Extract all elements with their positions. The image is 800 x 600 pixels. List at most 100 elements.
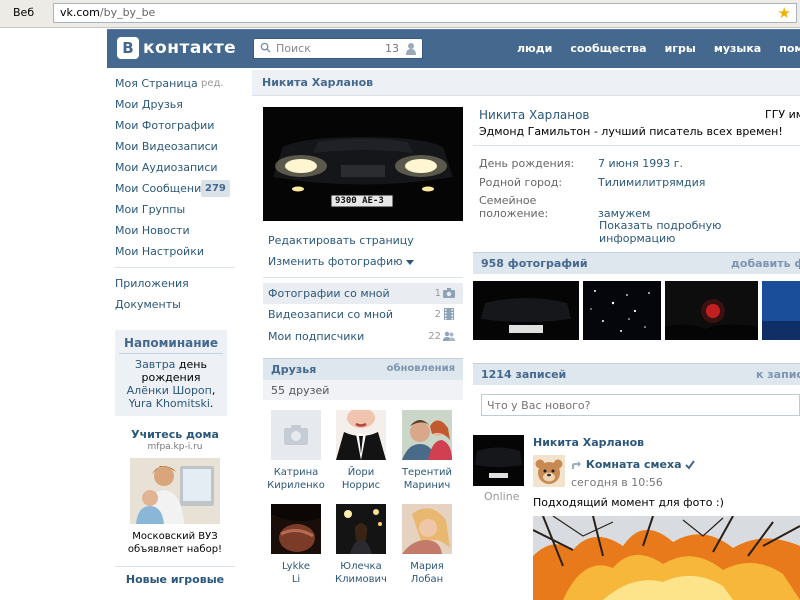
- nav-people[interactable]: люди: [517, 42, 552, 55]
- friend-card[interactable]: Юлечка Климович: [331, 504, 391, 586]
- repost-arrow-icon: [572, 460, 581, 469]
- friend-name[interactable]: Йори Норрис: [331, 466, 391, 492]
- friend-card[interactable]: Катрина Кириленко: [266, 410, 326, 492]
- new-post-field[interactable]: [481, 394, 800, 416]
- sidebar-item-news[interactable]: Мои Новости: [107, 220, 247, 241]
- sidebar-item-messages[interactable]: Мои Сообщения 279: [107, 178, 247, 199]
- sidebar-item-photos[interactable]: Мои Фотографии: [107, 115, 247, 136]
- info-hometown: Родной город: Тилимилитрямдия: [479, 176, 705, 189]
- sidebar-item-label: Мои Фотографии: [115, 119, 215, 132]
- friends-updates-link[interactable]: обновления: [387, 363, 455, 374]
- friends-header[interactable]: Друзья обновления: [263, 358, 463, 380]
- wall-header[interactable]: 1214 записей к записям: [473, 363, 800, 385]
- ad2-title[interactable]: Новые игровые: [115, 566, 235, 586]
- sidebar-item-label: Мои Видеозаписи: [115, 140, 218, 153]
- friend-first-name: Йори: [347, 467, 375, 478]
- reminder-end: .: [209, 397, 214, 410]
- friend-avatar[interactable]: [336, 410, 386, 460]
- ad-image[interactable]: [130, 458, 220, 524]
- friend-card[interactable]: Терентий Маринич: [397, 410, 457, 492]
- photos-with-me-link[interactable]: Фотографии со мной 1: [263, 283, 463, 304]
- friend-card[interactable]: Мария Лобан: [397, 504, 457, 586]
- repost-source-avatar[interactable]: [533, 455, 565, 487]
- search-input[interactable]: Поиск 13: [253, 38, 423, 59]
- ad-block[interactable]: Учитесь дома mfpa.kp-i.ru Московский ВУЗ…: [115, 428, 235, 586]
- post-image[interactable]: [533, 516, 800, 600]
- sidebar-item-settings[interactable]: Мои Настройки: [107, 241, 247, 262]
- nav-music[interactable]: музыка: [714, 42, 761, 55]
- repost-source-name[interactable]: Комната смеха: [586, 458, 682, 471]
- friend-name[interactable]: Юлечка Климович: [331, 560, 391, 586]
- sidebar-item-friends[interactable]: Мои Друзья: [107, 94, 247, 115]
- sidebar-item-documents[interactable]: Документы: [107, 294, 247, 315]
- logo-icon: B: [117, 37, 139, 59]
- address-bar[interactable]: vk.com/by_by_be ★: [53, 3, 797, 23]
- sidebar-item-audio[interactable]: Мои Аудиозаписи: [107, 157, 247, 178]
- wall-title[interactable]: 1214 записей: [481, 368, 566, 381]
- page-title: Никита Харланов: [262, 76, 374, 89]
- nav-help[interactable]: помощь: [779, 42, 800, 55]
- profile-avatar[interactable]: 9300 AE-3: [263, 107, 463, 221]
- sidebar-item-apps[interactable]: Приложения: [107, 273, 247, 294]
- url-host: vk.com: [60, 6, 100, 19]
- reminder-separator: ,: [211, 384, 216, 397]
- friend-name[interactable]: Терентий Маринич: [397, 466, 457, 492]
- repost-source[interactable]: Комната смеха: [571, 458, 696, 471]
- edit-link[interactable]: ред.: [201, 73, 224, 94]
- reminder-friend-link[interactable]: Алёнки Шорoп: [127, 384, 212, 397]
- info-value[interactable]: Тилимилитрямдия: [598, 176, 705, 189]
- new-post-input[interactable]: [482, 395, 799, 415]
- add-photo-link[interactable]: добавить фото: [731, 257, 800, 270]
- friend-avatar-placeholder[interactable]: [271, 410, 321, 460]
- nav-games[interactable]: игры: [665, 42, 696, 55]
- friend-last-name: Маринич: [403, 480, 451, 491]
- photo-thumb[interactable]: [665, 281, 758, 340]
- friends-title[interactable]: Друзья: [271, 363, 316, 376]
- search-icon: [260, 42, 271, 53]
- vk-logo[interactable]: B контакте: [117, 37, 236, 59]
- reminder-title: Напоминание: [119, 336, 223, 354]
- photo-thumb[interactable]: [762, 281, 800, 340]
- friend-name[interactable]: Катрина Кириленко: [266, 466, 326, 492]
- friend-avatar[interactable]: [402, 504, 452, 554]
- friend-name[interactable]: Lykke Li: [266, 560, 326, 586]
- post-author-avatar[interactable]: [473, 435, 524, 486]
- edit-page-link[interactable]: Редактировать страницу: [268, 234, 414, 247]
- info-value[interactable]: 7 июня 1993 г.: [598, 157, 683, 170]
- sidebar-item-label: Мои Настройки: [115, 245, 204, 258]
- followers-link[interactable]: Мои подписчики 22: [263, 326, 463, 347]
- info-relationship: Семейное положение: замужем: [479, 194, 650, 220]
- logo-text: контакте: [143, 38, 237, 58]
- reminder-friend-link[interactable]: Yura Khomitski: [129, 397, 210, 410]
- friend-card[interactable]: Lykke Li: [266, 504, 326, 586]
- friend-avatar[interactable]: [336, 504, 386, 554]
- photos-header[interactable]: 958 фотографий добавить фото: [473, 252, 800, 274]
- friend-name[interactable]: Мария Лобан: [397, 560, 457, 586]
- show-more-info-link[interactable]: Показать подробную информацию: [599, 219, 800, 245]
- friend-avatar[interactable]: [402, 410, 452, 460]
- sidebar-item-groups[interactable]: Мои Группы: [107, 199, 247, 220]
- friend-last-name: Норрис: [341, 480, 381, 491]
- photo-thumb[interactable]: [473, 281, 579, 340]
- nav-communities[interactable]: сообщества: [570, 42, 646, 55]
- profile-status[interactable]: Эдмонд Гамильтон - лучший писатель всех …: [479, 125, 783, 138]
- post-timestamp[interactable]: сегодня в 10:56: [571, 476, 663, 489]
- sidebar-item-videos[interactable]: Мои Видеозаписи: [107, 136, 247, 157]
- to-posts-link[interactable]: к записям: [756, 368, 800, 381]
- browser-tab-label[interactable]: Веб: [13, 6, 34, 19]
- ad-title[interactable]: Учитесь дома: [115, 428, 235, 441]
- change-photo-link[interactable]: Изменить фотографию: [268, 255, 415, 268]
- sidebar-item-my-page[interactable]: Моя Страница ред.: [107, 73, 247, 94]
- friend-card[interactable]: Йори Норрис: [331, 410, 391, 492]
- post-author-name[interactable]: Никита Харланов: [533, 436, 644, 449]
- messages-count-badge: 279: [201, 180, 230, 197]
- address-text[interactable]: vk.com/by_by_be: [60, 6, 155, 19]
- photos-title[interactable]: 958 фотографий: [481, 257, 588, 270]
- photo-thumb[interactable]: [583, 281, 661, 340]
- friends-count[interactable]: 55 друзей: [263, 380, 463, 400]
- videos-with-me-link[interactable]: Видеозаписи со мной 2: [263, 304, 463, 325]
- university-link[interactable]: ГГУ им.: [765, 108, 800, 121]
- friend-avatar[interactable]: [271, 504, 321, 554]
- bookmark-star-icon[interactable]: ★: [778, 4, 791, 22]
- reminder-when-link[interactable]: Завтра: [135, 358, 175, 371]
